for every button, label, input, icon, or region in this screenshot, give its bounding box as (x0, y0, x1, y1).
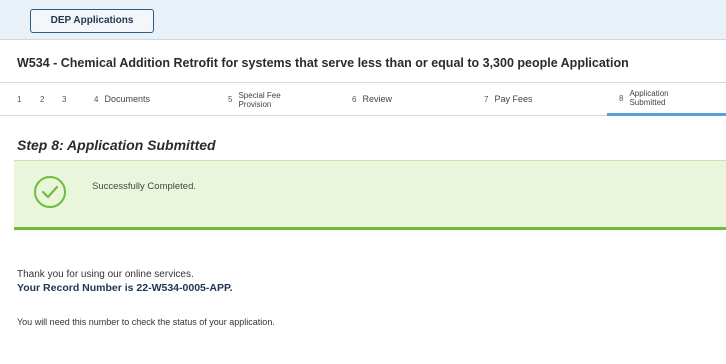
step-number: 1 (17, 95, 22, 104)
step-number: 6 (352, 95, 357, 104)
step-number: 3 (62, 95, 67, 104)
record-number-text: Your Record Number is 22-W534-0005-APP. (17, 282, 233, 294)
check-circle-icon (34, 176, 66, 208)
step-label: Application Submitted (629, 89, 668, 107)
step-number: 8 (619, 93, 624, 103)
step-label: Review (362, 94, 392, 104)
step-number: 4 (94, 95, 99, 104)
dep-applications-button[interactable]: DEP Applications (30, 9, 154, 33)
step-progress-bar: 1 2 3 4 Documents 5 Special Fee Provisio… (0, 82, 726, 116)
step-1[interactable]: 1 (17, 83, 27, 116)
step-label-line2: Submitted (629, 98, 666, 107)
step-6-review[interactable]: 6 Review (352, 83, 392, 116)
step-label-line1: Application (629, 89, 669, 98)
success-message: Successfully Completed. (92, 181, 197, 192)
step-label: Pay Fees (494, 94, 533, 104)
step-label: Documents (104, 94, 150, 104)
step-number: 7 (484, 95, 489, 104)
step-label-line2: Provision (238, 99, 272, 109)
step-number: 5 (228, 95, 233, 104)
step-8-application-submitted[interactable]: 8 Application Submitted (607, 83, 726, 116)
application-title: W534 - Chemical Addition Retrofit for sy… (17, 56, 629, 70)
step-label: Special Fee Provision (238, 91, 280, 109)
step-3[interactable]: 3 (62, 83, 72, 116)
step-number: 2 (40, 95, 45, 104)
step-2[interactable]: 2 (40, 83, 50, 116)
step-label-line1: Special Fee (238, 90, 281, 100)
top-bar: DEP Applications (0, 0, 726, 40)
step-4-documents[interactable]: 4 Documents (94, 83, 150, 116)
step-5-special-fee-provision[interactable]: 5 Special Fee Provision (228, 83, 281, 116)
thank-you-text: Thank you for using our online services. (17, 269, 194, 280)
step-7-pay-fees[interactable]: 7 Pay Fees (484, 83, 532, 116)
status-note-text: You will need this number to check the s… (17, 317, 275, 327)
success-message-box: Successfully Completed. (14, 160, 726, 230)
step-heading: Step 8: Application Submitted (17, 137, 216, 153)
